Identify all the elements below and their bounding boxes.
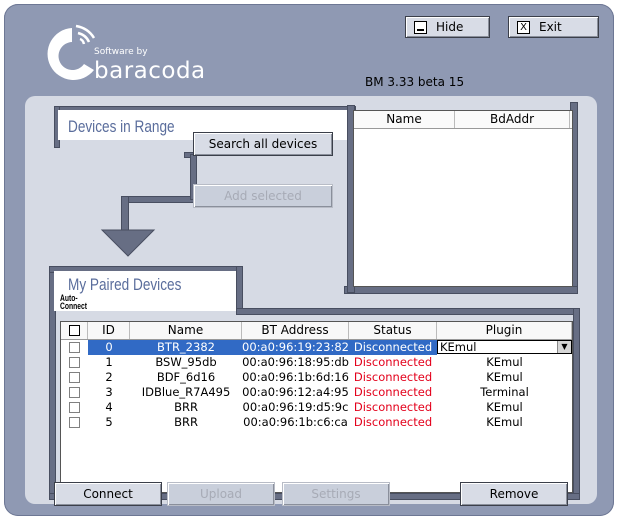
paired-devices-table[interactable]: ID Name BT Address Status Plugin 0 BTR_2…: [60, 321, 573, 493]
row-status: Disconnected: [349, 340, 437, 355]
paired-table-header: ID Name BT Address Status Plugin: [61, 322, 572, 340]
dropdown-arrow-icon[interactable]: ▼: [557, 341, 571, 353]
upload-button[interactable]: Upload: [167, 482, 275, 506]
plugin-select[interactable]: KEmul ▼: [437, 340, 572, 355]
row-name: BRR: [174, 415, 198, 429]
row-name: IDBlue_R7A495: [141, 385, 231, 399]
hide-button[interactable]: Hide: [405, 16, 490, 38]
plugin-select-value: KEmul: [440, 340, 477, 354]
autoconnect-label: Auto- Connect: [60, 294, 87, 311]
devices-in-range-list[interactable]: Name BdAddr: [353, 110, 573, 287]
row-plugin: KEmul: [486, 355, 523, 369]
row-status: Disconnected: [353, 400, 433, 414]
table-row[interactable]: 2 BDF_6d16 00:a0:96:1b:6d:16 Disconnecte…: [61, 370, 572, 385]
range-col-name[interactable]: Name: [354, 111, 455, 128]
settings-button[interactable]: Settings: [282, 482, 390, 506]
search-all-devices-button[interactable]: Search all devices: [193, 132, 333, 156]
paired-title: My Paired Devices: [68, 275, 182, 294]
col-bt-address[interactable]: BT Address: [242, 322, 349, 339]
remove-button[interactable]: Remove: [460, 482, 568, 506]
row-name: BTR_2382: [130, 340, 242, 355]
autoconnect-checkbox[interactable]: [69, 417, 80, 428]
paired-frame-right: [573, 308, 580, 500]
down-arrow-icon: [100, 229, 156, 257]
table-row[interactable]: 3 IDBlue_R7A495 00:a0:96:12:a4:95 Discon…: [61, 385, 572, 400]
autoconnect-checkbox[interactable]: [69, 372, 80, 383]
row-name: BDF_6d16: [156, 370, 216, 384]
paired-frame-top2: [236, 266, 243, 314]
autoconnect-all-checkbox[interactable]: [68, 325, 80, 336]
row-name: BRR: [174, 400, 198, 414]
row-id: 2: [105, 370, 113, 384]
add-selected-button[interactable]: Add selected: [193, 184, 333, 208]
hide-button-label: Hide: [436, 20, 464, 34]
row-status: Disconnected: [353, 355, 433, 369]
row-address: 00:a0:96:1b:6d:16: [242, 370, 349, 384]
col-status[interactable]: Status: [349, 322, 437, 339]
row-status: Disconnected: [353, 370, 433, 384]
exit-button[interactable]: X Exit: [508, 16, 599, 38]
autoconnect-checkbox[interactable]: [69, 387, 80, 398]
row-plugin: KEmul: [486, 400, 523, 414]
row-id: 4: [105, 400, 113, 414]
close-icon: X: [517, 20, 530, 34]
row-name: BSW_95db: [155, 355, 217, 369]
range-frame-bottom: [344, 286, 578, 294]
table-row[interactable]: 1 BSW_95db 00:a0:96:18:95:db Disconnecte…: [61, 355, 572, 370]
row-status: Disconnected: [353, 385, 433, 399]
minimize-icon: [414, 20, 427, 34]
range-col-bdaddr[interactable]: BdAddr: [455, 111, 570, 128]
col-id[interactable]: ID: [88, 322, 130, 339]
connect-button[interactable]: Connect: [54, 482, 162, 506]
row-address: 00:a0:96:18:95:db: [242, 355, 349, 369]
col-plugin[interactable]: Plugin: [437, 322, 572, 339]
table-row[interactable]: 4 BRR 00:a0:96:19:d5:9c Disconnected KEm…: [61, 400, 572, 415]
connector-pipe-h2: [121, 196, 198, 203]
autoconnect-all-checkbox-cell[interactable]: [61, 322, 88, 339]
row-plugin: KEmul: [486, 415, 523, 429]
logo-tagline: Software by: [94, 47, 148, 57]
row-id: 0: [88, 340, 130, 355]
range-title: Devices in Range: [68, 117, 175, 136]
exit-button-label: Exit: [539, 20, 562, 34]
row-id: 5: [105, 415, 113, 429]
row-id: 3: [105, 385, 113, 399]
table-row[interactable]: 0 BTR_2382 00:a0:96:19:23:82 Disconnecte…: [61, 340, 572, 355]
row-address: 00:a0:96:1b:c6:ca: [243, 415, 348, 429]
row-plugin: KEmul: [486, 370, 523, 384]
row-plugin: Terminal: [480, 385, 529, 399]
row-address: 00:a0:96:19:d5:9c: [242, 400, 349, 414]
autoconnect-checkbox[interactable]: [69, 402, 80, 413]
version-label: BM 3.33 beta 15: [365, 75, 465, 89]
table-row[interactable]: 5 BRR 00:a0:96:1b:c6:ca Disconnected KEm…: [61, 415, 572, 430]
row-address: 00:a0:96:19:23:82: [242, 340, 349, 355]
app-window: Software by baracoda Hide X Exit BM 3.33…: [4, 4, 614, 516]
autoconnect-checkbox[interactable]: [69, 342, 80, 353]
range-list-header: Name BdAddr: [354, 111, 572, 129]
logo-wordmark: baracoda: [94, 58, 206, 84]
col-name[interactable]: Name: [130, 322, 242, 339]
autoconnect-checkbox[interactable]: [69, 357, 80, 368]
paired-frame-top3: [236, 308, 580, 315]
row-address: 00:a0:96:12:a4:95: [242, 385, 349, 399]
row-id: 1: [105, 355, 113, 369]
row-status: Disconnected: [353, 415, 433, 429]
autoconnect-label-line2: Connect: [60, 301, 87, 311]
